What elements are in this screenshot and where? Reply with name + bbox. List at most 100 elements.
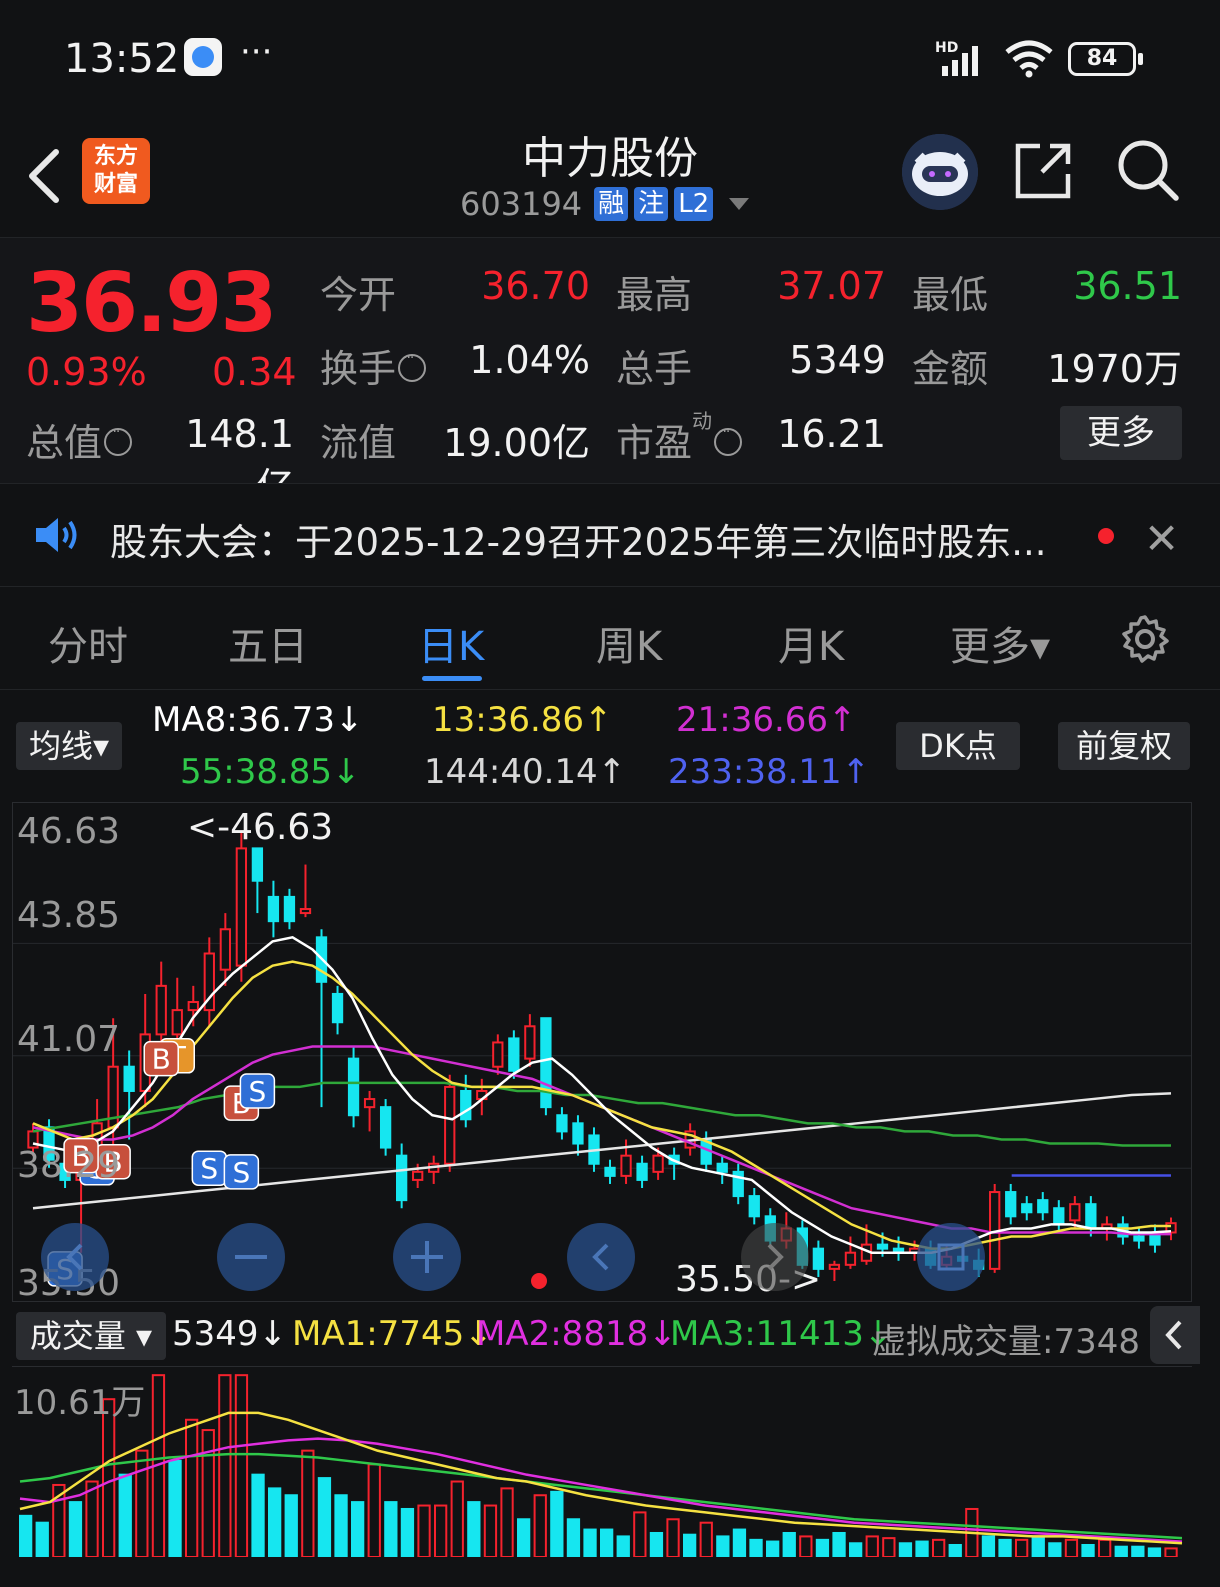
volume-bar (1164, 1547, 1178, 1557)
tab-five-day[interactable]: 五日 (228, 614, 308, 672)
scroll-left-button[interactable] (567, 1223, 635, 1291)
turnover-label[interactable]: 换手 (320, 338, 427, 393)
share-icon[interactable] (1014, 140, 1074, 200)
volume-bar (766, 1540, 780, 1557)
chevron-down-icon (729, 198, 750, 210)
volume-bar (683, 1533, 697, 1557)
candle-body (123, 1065, 135, 1092)
stock-header: 东方 财富 中力股份 603194 融 注 L2 (0, 120, 1220, 238)
volume-bar (932, 1538, 946, 1557)
indicator-selector[interactable]: 均线▾ (16, 722, 122, 770)
ma233-value: 233:38.11↑ (668, 752, 871, 792)
announcement-text[interactable]: 股东大会：于2025-12-29召开2025年第三次临时股东... (110, 512, 1060, 566)
market-cap-label-text: 总值 (26, 421, 103, 465)
close-icon[interactable]: ✕ (1144, 514, 1179, 563)
settings-icon[interactable] (1120, 614, 1170, 664)
status-bar: 13:52 ··· HD 84 (0, 0, 1220, 120)
battery-icon: 84 (1068, 42, 1143, 76)
candle-body (876, 1243, 889, 1250)
volume-chart[interactable]: 10.61万 (12, 1366, 1192, 1557)
level2-tag: L2 (674, 187, 714, 221)
candle-body (1005, 1191, 1017, 1218)
candle-body (235, 847, 248, 967)
reset-view-button[interactable] (917, 1223, 985, 1291)
virtual-volume: 虚拟成交量:7348 (872, 1322, 1140, 1362)
volume-bar (268, 1487, 282, 1557)
candle-body (636, 1162, 648, 1181)
ai-assistant-icon[interactable] (902, 134, 978, 210)
candle-body (1053, 1207, 1065, 1226)
collapse-panel-button[interactable] (1150, 1306, 1200, 1364)
y-axis-label: 41.07 (17, 1019, 121, 1060)
volume-ma1: MA1:7745↓ (292, 1314, 493, 1354)
volume-bar (799, 1535, 813, 1557)
plus-icon (411, 1241, 443, 1273)
y-axis-label: 43.85 (17, 895, 121, 936)
scroll-left-far-button[interactable] (41, 1223, 109, 1291)
trade-badge-label: B (152, 1043, 171, 1076)
volume-bar (218, 1374, 232, 1557)
volume-bar (566, 1518, 581, 1557)
zoom-out-button[interactable] (217, 1223, 285, 1291)
open-value: 36.70 (481, 264, 590, 308)
volume-bar (251, 1473, 265, 1557)
tab-more[interactable]: 更多▾ (950, 614, 1050, 672)
volume-bar (732, 1528, 747, 1557)
volume-bar (550, 1490, 564, 1557)
volume-bar (533, 1494, 547, 1557)
candle-body (1085, 1203, 1097, 1230)
tab-daily-k[interactable]: 日K (418, 614, 484, 672)
last-price: 36.93 (26, 256, 277, 351)
candlestick-chart[interactable]: SBTSBSSBBS 46.63 43.85 41.07 38.29 35.50… (12, 802, 1192, 1304)
candle-body (620, 1154, 632, 1177)
more-quote-button[interactable]: 更多 (1060, 406, 1182, 460)
volume-bar (483, 1504, 498, 1557)
search-icon[interactable] (1116, 138, 1180, 202)
volume-bar (998, 1538, 1012, 1557)
change-percent: 0.93% (26, 350, 147, 394)
volume-indicator-selector[interactable]: 成交量 ▾ (16, 1312, 166, 1360)
low-value: 36.51 (1073, 264, 1182, 308)
chevron-right-icon (767, 1243, 784, 1271)
volume-bar (118, 1473, 132, 1557)
volume-bar (234, 1374, 249, 1557)
stock-code-row[interactable]: 603194 融 注 L2 (460, 185, 750, 223)
quote-panel: 36.93 0.93% 0.34 今开 36.70 最高 37.07 最低 36… (0, 238, 1220, 509)
info-icon (398, 350, 427, 382)
volume-label: 总手 (616, 347, 693, 391)
zoom-in-button[interactable] (393, 1223, 461, 1291)
amount-value: 1970万 (1047, 347, 1182, 391)
more-notifications-icon: ··· (240, 32, 273, 72)
candle-body (492, 1041, 504, 1068)
reset-icon (937, 1243, 965, 1271)
candle-body (1037, 1199, 1049, 1214)
market-cap-label[interactable]: 总值 (26, 412, 133, 467)
volume-bar (517, 1518, 531, 1557)
candle-body (155, 984, 167, 1036)
chevron-left-icon (592, 1243, 609, 1271)
ma8-value: MA8:36.73↓ (152, 700, 364, 740)
volume-bar (1114, 1545, 1128, 1557)
announcement-bar[interactable]: 股东大会：于2025-12-29召开2025年第三次临时股东... ✕ (0, 483, 1220, 587)
candle-body (1069, 1203, 1081, 1222)
candle-body (444, 1085, 456, 1165)
scroll-right-button[interactable] (741, 1223, 809, 1291)
tab-weekly-k[interactable]: 周K (596, 614, 662, 672)
volume-bar (284, 1494, 298, 1557)
volume-bar (583, 1528, 597, 1557)
tab-intraday[interactable]: 分时 (48, 614, 128, 672)
candle-body (267, 895, 280, 923)
ma55-value: 55:38.85↓ (180, 752, 361, 792)
dk-point-button[interactable]: DK点 (896, 722, 1020, 770)
change-amount: 0.34 (212, 350, 297, 394)
tab-monthly-k[interactable]: 月K (778, 614, 844, 672)
price-adjust-button[interactable]: 前复权 (1058, 722, 1190, 770)
volume-bar (600, 1528, 614, 1557)
ma-legend: 均线▾ MA8:36.73↓ 13:36.86↑ 21:36.66↑ 55:38… (0, 690, 1220, 800)
volume-bar (135, 1449, 149, 1557)
volume-bar (1098, 1538, 1112, 1557)
turnover-label-text: 换手 (320, 347, 397, 391)
pe-label[interactable]: 市盈动 (616, 409, 743, 467)
volume-bar (1131, 1545, 1145, 1557)
minus-icon (235, 1255, 267, 1259)
